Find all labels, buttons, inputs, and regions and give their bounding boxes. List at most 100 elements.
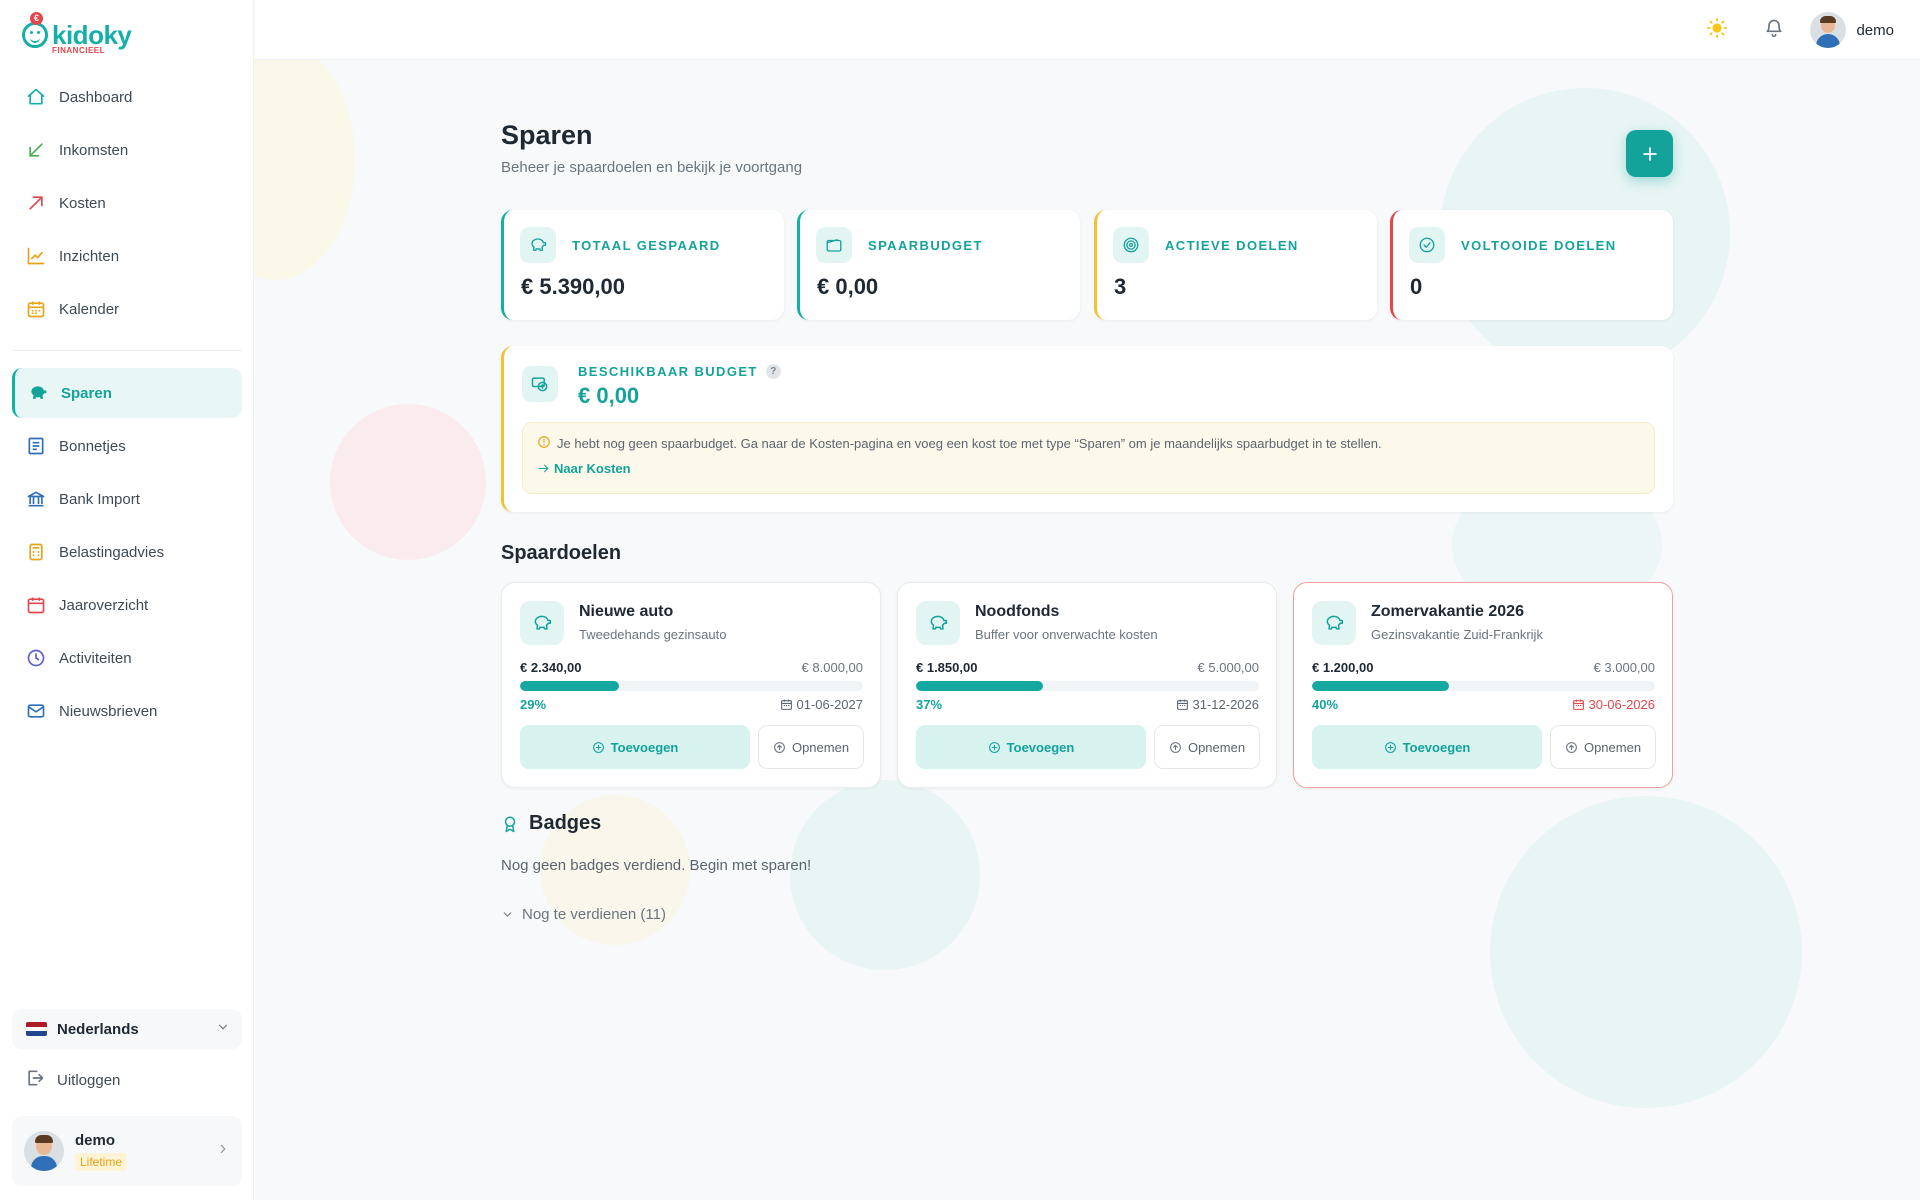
plus-circle-icon bbox=[988, 741, 1000, 753]
sidebar-item-label: Bonnetjes bbox=[59, 437, 126, 455]
calculator-icon bbox=[25, 541, 47, 563]
sidebar-item-bonnetjes[interactable]: Bonnetjes bbox=[12, 421, 242, 471]
sidebar-item-label: Dashboard bbox=[59, 88, 133, 106]
help-icon[interactable]: ? bbox=[765, 364, 781, 379]
sidebar-item-belastingadvies[interactable]: Belastingadvies bbox=[12, 527, 242, 577]
sidebar-item-inkomsten[interactable]: Inkomsten bbox=[12, 125, 242, 175]
avatar[interactable] bbox=[1810, 12, 1847, 48]
piggy-bank-icon bbox=[27, 382, 49, 404]
goal-deadline: 01-06-2027 bbox=[780, 697, 863, 712]
add-money-button[interactable]: Toevoegen bbox=[520, 725, 750, 769]
sidebar-item-label: Nieuwsbrieven bbox=[59, 702, 158, 720]
add-money-button[interactable]: Toevoegen bbox=[916, 725, 1146, 769]
top-bar: demo bbox=[255, 0, 1920, 60]
savings-goals-title: Spaardoelen bbox=[501, 542, 622, 564]
info-warning-icon bbox=[537, 435, 551, 452]
chevron-down-icon bbox=[216, 1020, 230, 1039]
sidebar-item-kalender[interactable]: Kalender bbox=[12, 284, 242, 334]
logo-euro-badge: € bbox=[30, 12, 43, 25]
decor-circle bbox=[330, 404, 486, 560]
goal-name: Noodfonds bbox=[975, 603, 1060, 620]
top-username[interactable]: demo bbox=[1856, 22, 1894, 39]
goal-target-amount: € 3.000,00 bbox=[1593, 660, 1655, 675]
add-money-button[interactable]: Toevoegen bbox=[1312, 725, 1542, 769]
sidebar-item-label: Jaaroverzicht bbox=[59, 596, 149, 614]
arrow-up-circle-icon bbox=[1170, 741, 1181, 753]
to-costs-label: Naar Kosten bbox=[554, 461, 631, 476]
dutch-flag-icon bbox=[26, 1022, 47, 1036]
logout-button[interactable]: Uitloggen bbox=[12, 1058, 242, 1102]
add-goal-button[interactable] bbox=[1626, 130, 1673, 177]
clock-icon bbox=[25, 647, 47, 669]
arrow-right-icon bbox=[538, 464, 549, 473]
check-circle-icon bbox=[1409, 227, 1445, 263]
withdraw-button[interactable]: Opnemen bbox=[1154, 725, 1260, 769]
goal-deadline-date: 30-06-2026 bbox=[1588, 697, 1656, 712]
line-chart-icon bbox=[25, 245, 47, 267]
badges-to-earn-label: Nog te verdienen (11) bbox=[522, 906, 666, 923]
sidebar-item-kosten[interactable]: Kosten bbox=[12, 178, 242, 228]
to-costs-link[interactable]: Naar Kosten bbox=[537, 461, 631, 476]
plus-circle-icon bbox=[1384, 741, 1396, 753]
add-money-label: Toevoegen bbox=[1006, 739, 1075, 755]
withdraw-label: Opnemen bbox=[791, 739, 850, 755]
add-money-label: Toevoegen bbox=[1402, 739, 1471, 755]
goal-target-amount: € 8.000,00 bbox=[801, 660, 863, 675]
sidebar-item-sparen[interactable]: Sparen bbox=[12, 368, 242, 418]
goal-deadline: 30-06-2026 bbox=[1572, 697, 1656, 712]
sun-icon[interactable] bbox=[1706, 17, 1728, 44]
user-profile-card[interactable]: demo Lifetime bbox=[12, 1116, 242, 1186]
goal-name: Nieuwe auto bbox=[579, 603, 674, 620]
chevron-right-icon bbox=[216, 1142, 230, 1161]
language-label: Nederlands bbox=[57, 1020, 139, 1038]
badges-to-earn-toggle[interactable]: Nog te verdienen (11) bbox=[501, 906, 666, 923]
stat-card-active-goals: ACTIEVE DOELEN 3 bbox=[1094, 210, 1377, 320]
withdraw-label: Opnemen bbox=[1187, 739, 1246, 755]
sidebar-item-jaaroverzicht[interactable]: Jaaroverzicht bbox=[12, 580, 242, 630]
sidebar-item-inzichten[interactable]: Inzichten bbox=[12, 231, 242, 281]
sidebar-item-activiteiten[interactable]: Activiteiten bbox=[12, 633, 242, 683]
user-name: demo bbox=[75, 1131, 116, 1149]
piggy-bank-icon bbox=[1312, 601, 1356, 645]
bell-icon[interactable] bbox=[1764, 18, 1784, 43]
sidebar-item-label: Sparen bbox=[61, 384, 112, 402]
plan-badge: Lifetime bbox=[75, 1152, 128, 1171]
budget-label-text: BESCHIKBAAR BUDGET bbox=[578, 364, 758, 379]
goal-card: Nieuwe auto Tweedehands gezinsauto € 2.3… bbox=[501, 582, 881, 788]
stat-label: ACTIEVE DOELEN bbox=[1165, 238, 1299, 253]
withdraw-button[interactable]: Opnemen bbox=[758, 725, 864, 769]
goal-card: Noodfonds Buffer voor onverwachte kosten… bbox=[897, 582, 1277, 788]
stat-label: SPAARBUDGET bbox=[868, 238, 983, 253]
sidebar-item-label: Inzichten bbox=[59, 247, 120, 265]
withdraw-button[interactable]: Opnemen bbox=[1550, 725, 1656, 769]
arrow-up-circle-icon bbox=[774, 741, 785, 753]
goal-current-amount: € 1.850,00 bbox=[916, 660, 978, 675]
goal-card: Zomervakantie 2026 Gezinsvakantie Zuid-F… bbox=[1293, 582, 1673, 788]
language-select[interactable]: Nederlands bbox=[12, 1009, 242, 1049]
goal-percentage: 37% bbox=[916, 697, 943, 712]
piggy-bank-icon bbox=[916, 601, 960, 645]
kidoky-logo[interactable]: € kidoky FINANCIEEL bbox=[22, 8, 142, 56]
stat-value: 0 bbox=[1410, 274, 1423, 299]
goal-name: Zomervakantie 2026 bbox=[1371, 603, 1524, 620]
piggy-bank-icon bbox=[520, 227, 556, 263]
sidebar-item-dashboard[interactable]: Dashboard bbox=[12, 72, 242, 122]
piggy-bank-icon bbox=[520, 601, 564, 645]
calendar-icon bbox=[25, 298, 47, 320]
chevron-down-icon bbox=[503, 912, 512, 917]
goal-target-amount: € 5.000,00 bbox=[1197, 660, 1259, 675]
sidebar-item-bank-import[interactable]: Bank Import bbox=[12, 474, 242, 524]
goal-deadline-date: 31-12-2026 bbox=[1192, 697, 1260, 712]
badges-empty-message: Nog geen badges verdiend. Begin met spar… bbox=[501, 857, 812, 874]
receipt-icon bbox=[25, 435, 47, 457]
home-icon bbox=[25, 86, 47, 108]
arrow-up-right-icon bbox=[25, 192, 47, 214]
badges-title: Badges bbox=[501, 812, 601, 835]
sidebar-item-label: Kalender bbox=[59, 300, 120, 318]
goal-progress-fill bbox=[520, 681, 620, 691]
logout-label: Uitloggen bbox=[57, 1071, 121, 1089]
sidebar-item-label: Activiteiten bbox=[59, 649, 132, 667]
sidebar-item-nieuwsbrieven[interactable]: Nieuwsbrieven bbox=[12, 686, 242, 736]
calendar-range-icon bbox=[25, 594, 47, 616]
calendar-icon bbox=[1176, 699, 1188, 710]
